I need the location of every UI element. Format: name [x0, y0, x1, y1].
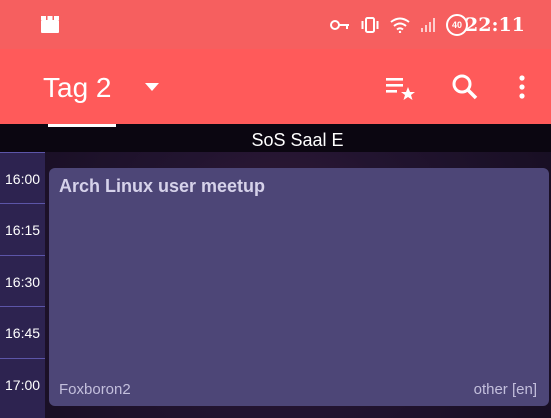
day-title[interactable]: Tag 2 [43, 73, 112, 103]
search-icon[interactable] [449, 71, 481, 103]
time-label: 16:30 [5, 274, 41, 290]
time-label: 16:00 [5, 171, 41, 187]
app-bar: Tag 2 [0, 49, 551, 124]
time-column: 16:00 16:15 16:30 16:45 17:00 [0, 152, 45, 418]
vpn-key-icon [330, 20, 349, 30]
room-tab-strip: SoS Saal E [0, 124, 551, 152]
favorites-icon[interactable] [384, 71, 416, 103]
tab-indicator [48, 124, 116, 127]
time-slot: 16:00 [0, 152, 45, 203]
time-slot: 16:15 [0, 203, 45, 254]
dropdown-arrow-icon[interactable] [145, 83, 159, 91]
cell-signal-icon [421, 18, 435, 32]
room-label[interactable]: SoS Saal E [0, 130, 551, 150]
wifi-icon [390, 17, 410, 33]
event-title: Arch Linux user meetup [59, 176, 266, 196]
more-vert-icon[interactable] [506, 71, 538, 103]
time-label: 17:00 [5, 377, 41, 393]
status-icons: 40 [330, 12, 468, 38]
event-track: other [en] [473, 381, 537, 398]
time-slot: 16:45 [0, 306, 45, 357]
event-card[interactable]: Arch Linux user meetup Foxboron2 other [… [49, 168, 549, 406]
schedule-area[interactable]: 16:00 16:15 16:30 16:45 17:00 Arch Linux… [0, 152, 551, 418]
time-slot: 16:30 [0, 255, 45, 306]
event-speaker: Foxboron2 [59, 381, 131, 398]
status-bar: 40 22:11 [0, 0, 551, 49]
time-label: 16:45 [5, 325, 41, 341]
vibrate-icon [361, 17, 379, 33]
time-label: 16:15 [5, 222, 41, 238]
battery-level: 40 [451, 20, 462, 30]
time-slot: 17:00 [0, 358, 45, 409]
app-icon [41, 16, 59, 33]
clock: 22:11 [465, 14, 525, 36]
